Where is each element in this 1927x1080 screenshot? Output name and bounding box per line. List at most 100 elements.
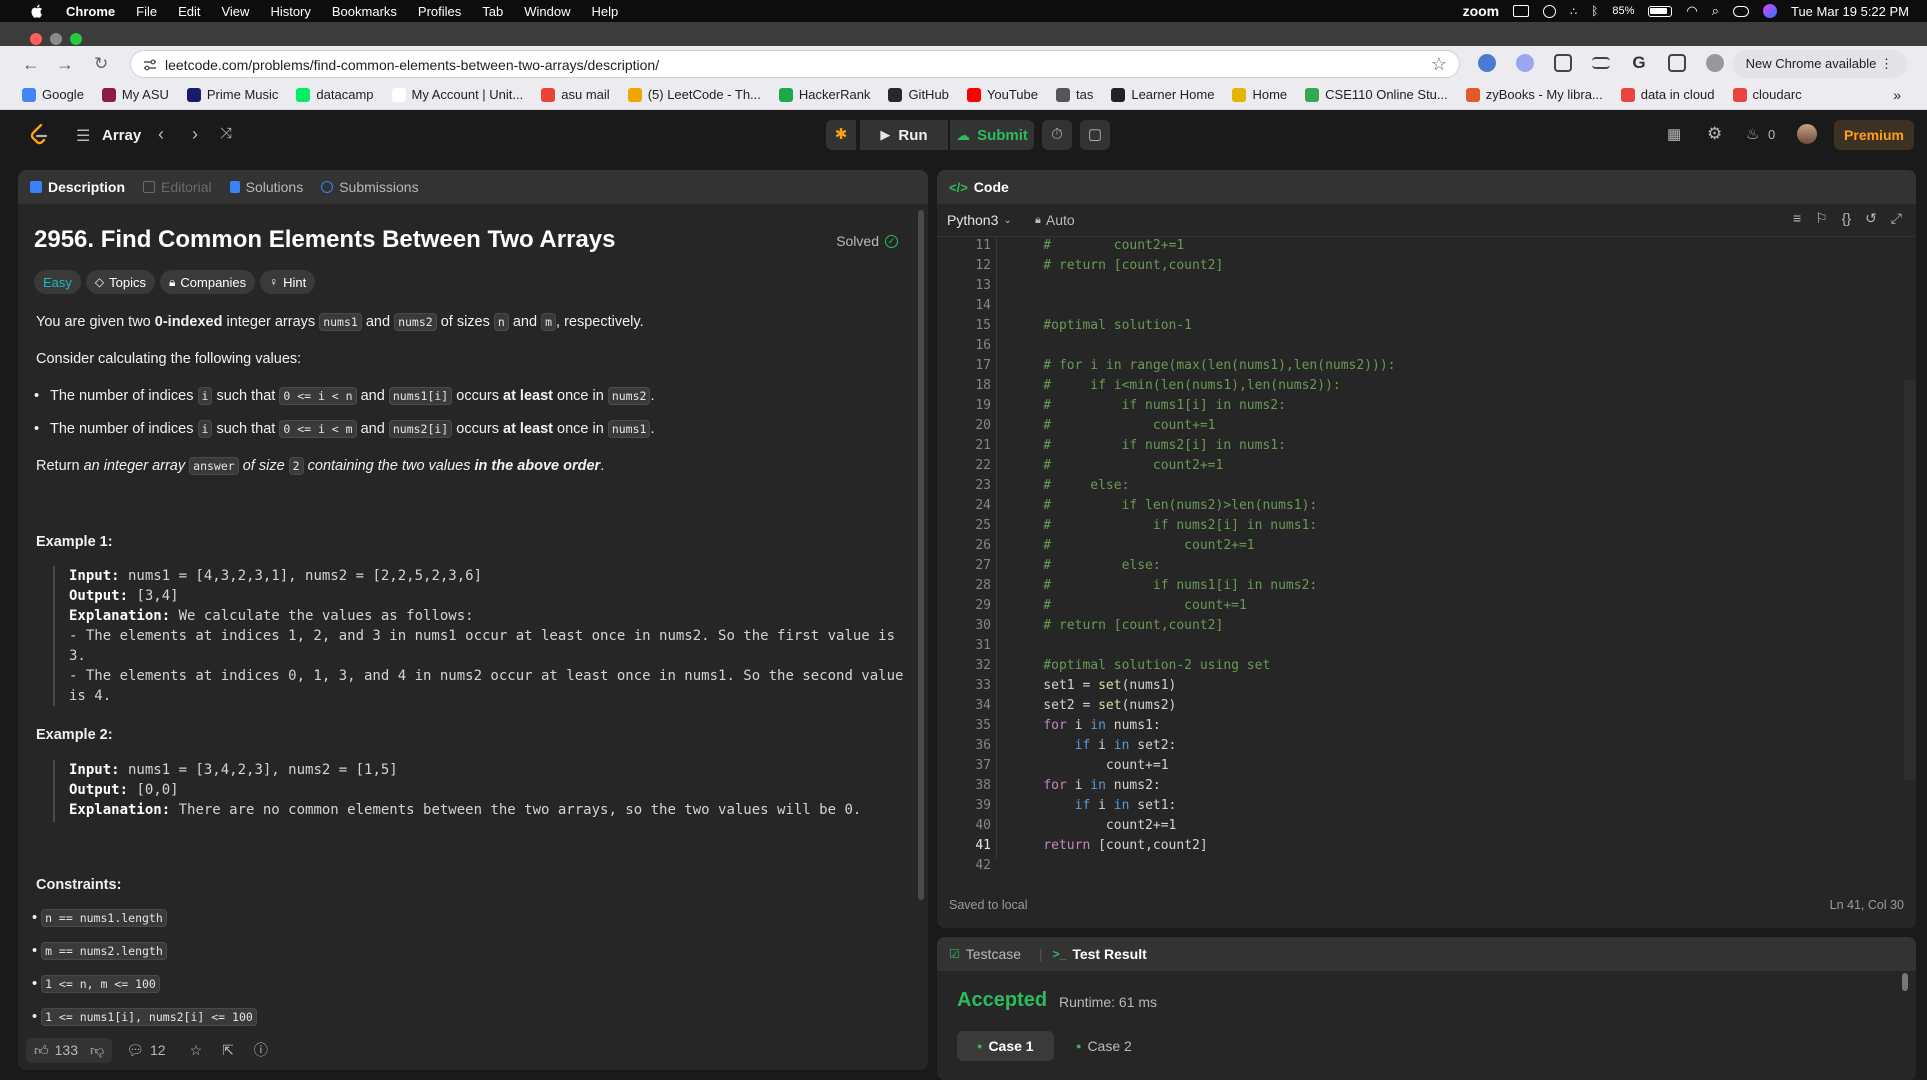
result-scrollbar[interactable] — [1902, 973, 1908, 991]
tab-testcase[interactable]: ☑ Testcase — [949, 946, 1021, 962]
bookmark-item[interactable]: Prime Music — [186, 87, 278, 102]
case-1-tab[interactable]: ● Case 1 — [957, 1031, 1054, 1061]
format-icon[interactable]: ≡ — [1793, 210, 1801, 227]
streak-fire-icon[interactable]: ♨ — [1746, 125, 1759, 143]
clock[interactable]: Tue Mar 19 5:22 PM — [1791, 4, 1909, 19]
bookmark-item[interactable]: My ASU — [101, 87, 169, 102]
like-button[interactable]: 👍︎ 133 👎︎ — [26, 1037, 113, 1063]
menu-history[interactable]: History — [270, 4, 310, 19]
url-text[interactable]: leetcode.com/problems/find-common-elemen… — [165, 57, 659, 73]
run-button[interactable]: ▶ Run — [860, 120, 948, 150]
favorite-star-icon[interactable]: ☆ — [190, 1042, 203, 1059]
shuffle-icon[interactable]: ⤨ — [220, 125, 232, 142]
kebab-menu-icon[interactable]: ⋮ — [1880, 56, 1893, 71]
timer-icon[interactable]: ⏱ — [1042, 120, 1072, 150]
tab-editorial[interactable]: Editorial — [143, 179, 212, 195]
spotlight-search-icon[interactable]: ⌕ — [1712, 3, 1719, 19]
auto-mode-toggle[interactable]: 🔒︎ Auto — [1035, 212, 1075, 228]
next-problem-icon[interactable]: › — [192, 124, 198, 145]
bookmark-item[interactable]: CSE110 Online Stu... — [1305, 87, 1448, 102]
notes-icon[interactable]: ▢ — [1080, 120, 1110, 150]
site-info-icon[interactable] — [143, 58, 157, 72]
side-panel-icon[interactable] — [1668, 54, 1686, 72]
bookmark-item[interactable]: My Account | Unit... — [391, 87, 523, 102]
problem-list-title[interactable]: Array — [102, 127, 141, 144]
user-avatar[interactable] — [1797, 124, 1817, 144]
wifi-icon[interactable]: ◠ — [1686, 3, 1697, 19]
description-scrollbar[interactable] — [918, 210, 924, 900]
forward-arrow-icon[interactable]: → — [56, 54, 74, 75]
reload-icon[interactable]: ↻ — [94, 54, 108, 74]
menu-window[interactable]: Window — [524, 4, 570, 19]
companies-chip[interactable]: 🔒︎ Companies — [160, 270, 256, 294]
bookmark-item[interactable]: Google — [22, 87, 84, 102]
braces-icon[interactable]: {} — [1842, 210, 1851, 227]
window-minimize-button[interactable] — [50, 33, 62, 45]
share-icon[interactable]: ⇱ — [222, 1042, 234, 1059]
screen-mirror-icon[interactable] — [1513, 5, 1530, 17]
menu-tab[interactable]: Tab — [482, 4, 503, 19]
reset-icon[interactable]: ↺ — [1865, 210, 1877, 227]
menu-profiles[interactable]: Profiles — [418, 4, 461, 19]
debug-icon[interactable]: ✱ — [826, 120, 856, 150]
menu-file[interactable]: File — [136, 4, 157, 19]
submit-button[interactable]: ☁ Submit — [950, 120, 1034, 150]
bookmark-item[interactable]: asu mail — [541, 87, 610, 102]
bookmark-icon[interactable]: ⚐ — [1815, 210, 1828, 227]
bookmark-item[interactable]: datacamp — [296, 87, 374, 102]
bookmark-item[interactable]: Learner Home — [1111, 87, 1214, 102]
bookmark-star-icon[interactable]: ☆ — [1431, 54, 1447, 75]
hint-chip[interactable]: ♀ Hint — [260, 270, 316, 294]
back-arrow-icon[interactable]: ← — [22, 54, 40, 75]
tab-test-result[interactable]: >_ Test Result — [1053, 946, 1147, 962]
window-zoom-button[interactable] — [70, 33, 82, 45]
problem-list-icon[interactable]: ☰ — [76, 126, 90, 146]
bookmark-item[interactable]: cloudarc — [1732, 87, 1802, 102]
bookmark-item[interactable]: zyBooks - My libra... — [1465, 87, 1603, 102]
bluetooth-icon[interactable]: ᛒ — [1591, 4, 1598, 18]
bookmark-item[interactable]: data in cloud — [1620, 87, 1715, 102]
layout-grid-icon[interactable]: ▦ — [1667, 125, 1681, 143]
menu-help[interactable]: Help — [592, 4, 619, 19]
siri-icon[interactable] — [1762, 4, 1777, 18]
battery-icon[interactable] — [1648, 5, 1673, 17]
settings-gear-icon[interactable]: ⚙ — [1707, 124, 1722, 144]
editor-scrollbar[interactable] — [1904, 380, 1916, 780]
topics-chip[interactable]: ◇ Topics — [85, 270, 155, 294]
help-icon[interactable]: ⓘ — [254, 1040, 268, 1060]
premium-button[interactable]: Premium — [1834, 120, 1914, 150]
profile-avatar-icon[interactable] — [1706, 54, 1724, 72]
dots-icon[interactable]: ∴ — [1570, 5, 1577, 18]
prev-problem-icon[interactable]: ‹ — [158, 124, 164, 145]
menu-app-name[interactable]: Chrome — [66, 4, 115, 19]
comments-button[interactable]: 💬︎ 12 — [126, 1042, 165, 1059]
difficulty-badge[interactable]: Easy — [34, 270, 81, 294]
expand-icon[interactable]: ⤢ — [1891, 210, 1902, 227]
tab-submissions[interactable]: Submissions — [321, 179, 419, 195]
thumbs-down-icon[interactable]: 👎︎ — [90, 1042, 104, 1059]
menu-edit[interactable]: Edit — [178, 4, 200, 19]
tab-code[interactable]: </> Code — [949, 179, 1009, 195]
menu-bookmarks[interactable]: Bookmarks — [332, 4, 397, 19]
control-center-icon[interactable] — [1732, 5, 1749, 17]
extension-icon[interactable] — [1478, 54, 1496, 72]
extension-icon[interactable] — [1516, 54, 1534, 72]
bookmark-item[interactable]: (5) LeetCode - Th... — [627, 87, 761, 102]
new-chrome-available-button[interactable]: New Chrome available ⋮ — [1731, 50, 1907, 78]
bookmark-item[interactable]: GitHub — [888, 87, 949, 102]
menu-view[interactable]: View — [221, 4, 249, 19]
bookmark-item[interactable]: Home — [1232, 87, 1287, 102]
leetcode-logo-icon[interactable] — [30, 124, 48, 146]
bookmark-item[interactable]: tas — [1056, 87, 1093, 102]
apple-icon[interactable] — [28, 2, 46, 20]
tab-solutions[interactable]: Solutions — [229, 179, 303, 195]
language-select[interactable]: Python3 ⌄ — [947, 212, 1012, 228]
google-icon[interactable]: G — [1630, 54, 1648, 72]
bookmark-item[interactable]: YouTube — [966, 87, 1038, 102]
address-bar[interactable]: leetcode.com/problems/find-common-elemen… — [130, 50, 1460, 78]
zoom-status[interactable]: zoom — [1463, 3, 1500, 19]
play-icon[interactable] — [1543, 4, 1557, 18]
case-2-tab[interactable]: ● Case 2 — [1062, 1031, 1146, 1061]
bookmark-item[interactable]: HackerRank — [778, 87, 870, 102]
extensions-puzzle-icon[interactable] — [1554, 54, 1572, 72]
